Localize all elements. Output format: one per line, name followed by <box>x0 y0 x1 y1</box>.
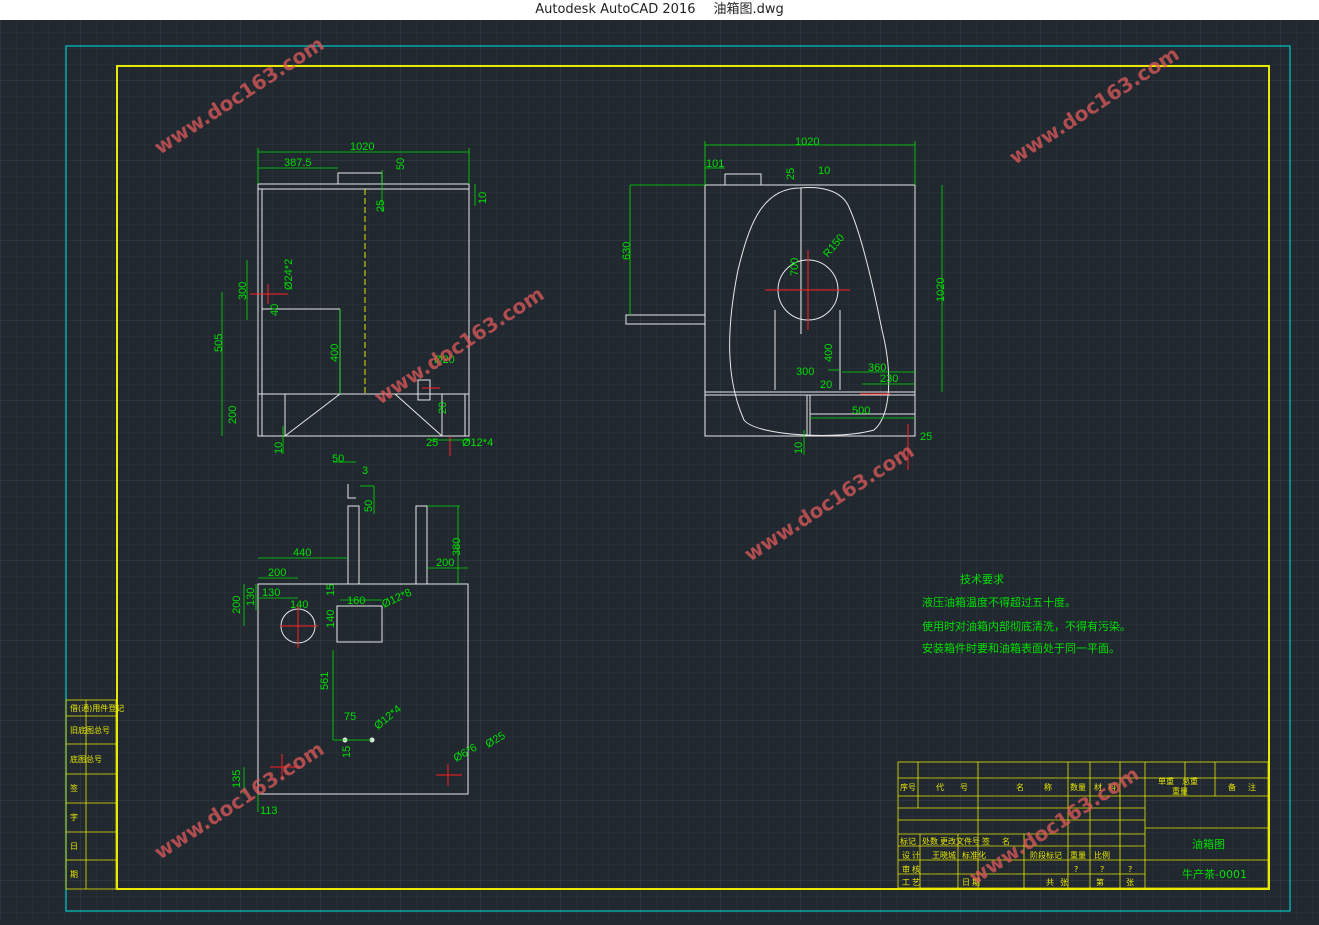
tb-header-3: 名 <box>1016 782 1024 792</box>
tb-mark-1: ? <box>1100 865 1104 874</box>
top-dim-113: 113 <box>260 805 278 817</box>
front-dim-10: 10 <box>477 192 489 204</box>
front-dim-25: 25 <box>375 200 387 212</box>
side-dim-1020-vertical: 1020 <box>935 278 947 302</box>
tb-cell-1: 处数 <box>922 836 938 846</box>
tb-drawing-name: 油箱图 <box>1192 837 1225 851</box>
tb-header-0: 序号 <box>900 782 916 792</box>
tb-cell-19: 张 <box>1060 878 1068 887</box>
tb-weight-sub: 重量 <box>1172 786 1188 796</box>
top-dim-160: 160 <box>347 595 365 607</box>
tb-cell-6: 计 <box>912 850 920 860</box>
drawing-canvas[interactable]: 1020 387.5 50 25 10 300 505 40 Ø24*2 400… <box>0 20 1319 920</box>
front-dim-1020: 1020 <box>350 141 374 153</box>
tb-cell-0: 标记 <box>900 836 916 846</box>
side-dim-101: 101 <box>706 158 724 170</box>
front-dim-24x2: Ø24*2 <box>283 259 295 290</box>
strip-cell-3: 签 <box>70 783 78 793</box>
front-dim-50: 50 <box>395 158 407 170</box>
tb-mark-0: ? <box>1074 865 1078 874</box>
tb-mark-2: ? <box>1128 865 1132 874</box>
drawing-svg[interactable]: 1020 387.5 50 25 10 300 505 40 Ø24*2 400… <box>0 20 1319 920</box>
strip-cell-5: 日 <box>70 842 78 851</box>
front-dim-200: 200 <box>227 406 239 424</box>
tb-header-10: 备 <box>1228 782 1236 792</box>
tb-header-5: 数量 <box>1070 782 1086 792</box>
tb-header-11: 注 <box>1248 782 1256 792</box>
side-dim-700: 700 <box>789 258 801 276</box>
top-dim-140: 140 <box>290 599 308 611</box>
side-dim-500: 500 <box>852 405 870 417</box>
tb-cell-3: 签 <box>982 836 990 846</box>
side-dim-300: 300 <box>796 366 814 378</box>
tech-notes-title: 技术要求 <box>960 573 1004 586</box>
side-dim-25b: 25 <box>920 431 932 443</box>
strip-cell-4: 字 <box>70 812 78 822</box>
front-dim-25b: 25 <box>426 437 438 449</box>
side-dim-20: 20 <box>820 379 832 391</box>
tb-header-8: 单重 <box>1158 776 1174 786</box>
top-dim-200b: 200 <box>436 557 454 569</box>
top-dim-75: 75 <box>344 711 356 723</box>
front-dim-40: 40 <box>269 304 281 316</box>
top-dim-130: 130 <box>262 587 280 599</box>
tb-cell-2: 更改文件号 <box>940 836 980 846</box>
side-dim-630: 630 <box>621 242 633 260</box>
front-dim-387: 387.5 <box>284 157 312 169</box>
tb-header-4: 称 <box>1044 782 1052 792</box>
tb-cell-17: 比例 <box>1094 850 1110 860</box>
top-dim-130-vertical: 130 <box>245 588 257 606</box>
front-dim-300: 300 <box>237 282 249 300</box>
tb-cell-18: 共 <box>1046 878 1054 887</box>
tb-cell-12: 艺 <box>912 878 920 887</box>
side-dim-10: 10 <box>818 165 830 177</box>
tb-cell-9: 审 <box>902 864 910 874</box>
tb-header-1: 代 <box>936 782 944 792</box>
front-dim-505: 505 <box>213 334 225 352</box>
top-dim-50-vertical: 50 <box>363 500 375 512</box>
top-dim-200-vertical: 200 <box>231 596 243 614</box>
tb-cell-5: 设 <box>902 850 910 860</box>
window-title-bar: Autodesk AutoCAD 2016 油箱图.dwg <box>0 0 1319 20</box>
top-dim-15: 15 <box>325 584 337 596</box>
tech-note-2: 使用时对油箱内部彻底清洗，不得有污染。 <box>922 619 1131 633</box>
front-dim-12x4: Ø12*4 <box>462 437 493 449</box>
tb-cell-10: 核 <box>912 864 920 874</box>
tb-cell-11: 工 <box>902 878 910 887</box>
tb-cell-7: 王晓城 <box>932 850 956 860</box>
top-dim-380: 380 <box>451 538 463 556</box>
side-dim-10b: 10 <box>793 442 805 454</box>
tb-header-9: 总重 <box>1182 776 1198 786</box>
tb-cell-13: 日 <box>962 878 970 887</box>
top-dim-440: 440 <box>293 547 311 559</box>
top-dim-140-vertical: 140 <box>325 610 337 628</box>
app-title: Autodesk AutoCAD 2016 <box>535 2 696 17</box>
side-dim-400: 400 <box>823 344 835 362</box>
side-dim-230: 230 <box>880 373 898 385</box>
top-dim-200: 200 <box>268 567 286 579</box>
tb-cell-20: 第 <box>1096 877 1104 887</box>
top-dim-50: 50 <box>332 453 344 465</box>
strip-cell-6: 期 <box>70 870 78 879</box>
side-dim-1020: 1020 <box>795 136 819 148</box>
tb-cell-21: 张 <box>1126 878 1134 887</box>
side-dim-25: 25 <box>785 168 797 180</box>
tb-header-2: 号 <box>960 783 968 792</box>
front-dim-10b: 10 <box>273 442 285 454</box>
file-name: 油箱图.dwg <box>713 2 784 17</box>
tech-note-3: 安装箱件时要和油箱表面处于同一平面。 <box>922 641 1120 655</box>
front-dim-20: 20 <box>437 402 449 414</box>
strip-cell-2: 底图总号 <box>70 754 102 764</box>
top-dim-561: 561 <box>319 672 331 690</box>
strip-cell-1: 旧底图总号 <box>70 725 110 735</box>
top-dim-15b: 15 <box>341 746 353 758</box>
front-dim-400: 400 <box>329 344 341 362</box>
strip-cell-0: 借(通)用件登记 <box>70 703 124 713</box>
tb-cell-16: 重量 <box>1070 850 1086 860</box>
top-dim-3: 3 <box>362 465 368 477</box>
tech-note-1: 液压油箱温度不得超过五十度。 <box>922 595 1076 609</box>
tb-drawing-no: 牛产茶-0001 <box>1182 867 1247 881</box>
